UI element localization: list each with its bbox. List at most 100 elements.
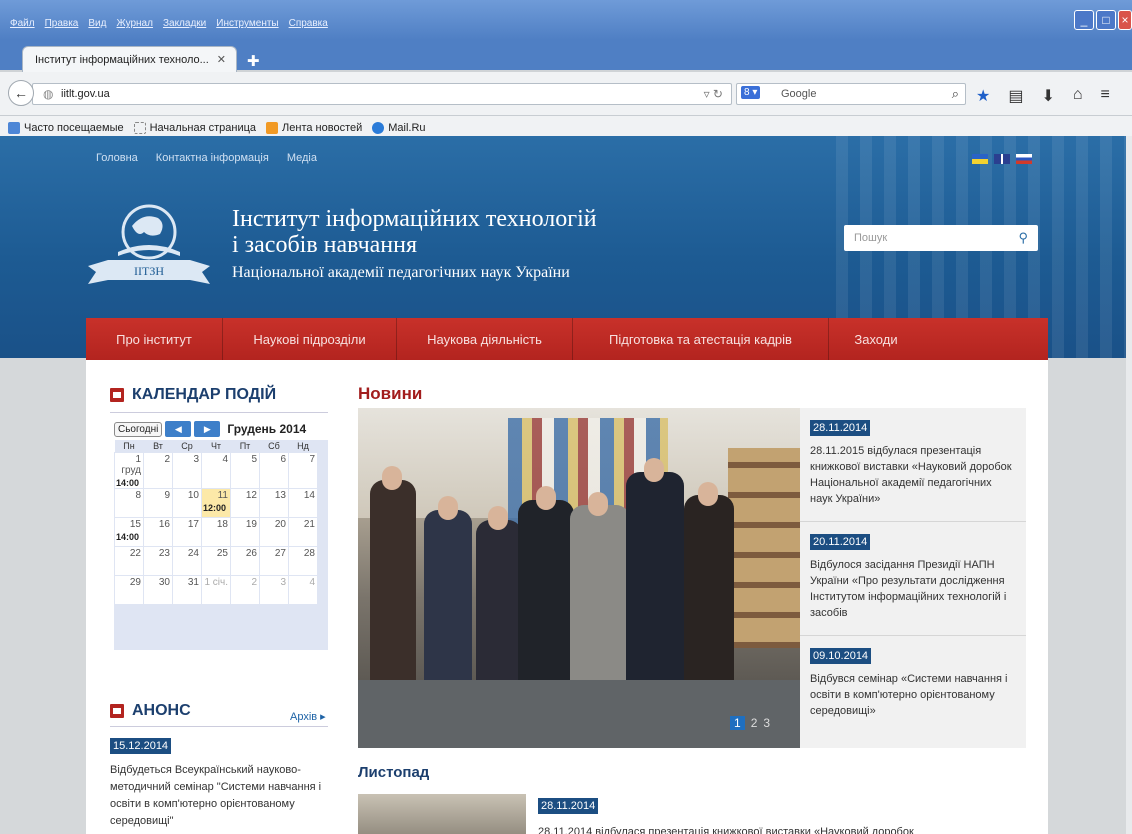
calendar-day[interactable]: 31 (172, 574, 202, 605)
calendar-day[interactable]: 2 (230, 574, 260, 605)
bookmark-home[interactable]: Начальная страница (133, 119, 256, 136)
pager-page-3[interactable]: 3 (763, 716, 770, 730)
calendar-day[interactable]: 21 (288, 516, 318, 547)
nav-research[interactable]: Наукова діяльність (397, 318, 573, 360)
calendar-day[interactable]: 15 14:00 (114, 516, 144, 547)
calendar-week: 15 14:00 16 17 18 19 20 21 (114, 516, 318, 547)
news-item[interactable]: 28.11.2014 28.11.2015 відбулася презента… (800, 408, 1026, 522)
announcement-text[interactable]: Відбудеться Всеукраїнський науково-метод… (110, 762, 328, 830)
calendar-day[interactable]: 14 (288, 487, 318, 518)
search-icon[interactable]: ⚲ (1018, 230, 1028, 246)
calendar-day[interactable]: 30 (143, 574, 173, 605)
search-engine-icon[interactable]: 8 ▾ (741, 86, 761, 99)
calendar-day[interactable]: 1 січ. (201, 574, 231, 605)
back-button[interactable]: ← (8, 80, 34, 106)
today-button[interactable]: Сьогодні (114, 421, 163, 437)
calendar-day[interactable]: 24 (172, 545, 202, 576)
calendar-day[interactable]: 18 (201, 516, 231, 547)
home-icon[interactable]: ⌂ (1073, 86, 1083, 106)
calendar-day[interactable]: 28 (288, 545, 318, 576)
calendar-day[interactable]: 8 (114, 487, 144, 518)
next-month-button[interactable]: ▶ (194, 421, 221, 437)
russian-flag-icon[interactable] (1016, 154, 1032, 164)
event-time[interactable]: 14:00 (115, 532, 141, 542)
news-item[interactable]: 20.11.2014 Відбулося засідання Президії … (800, 522, 1026, 636)
calendar-day[interactable]: 17 (172, 516, 202, 547)
calendar-day[interactable]: 20 (259, 516, 289, 547)
menu-help[interactable]: Справка (289, 18, 328, 29)
bookmarks-list-icon[interactable]: ▤ (1008, 86, 1023, 106)
browser-tab[interactable]: Інститут інформаційних техноло... ✕ (22, 46, 237, 72)
bookmark-frequent[interactable]: Часто посещаемые (8, 119, 124, 136)
ukrainian-flag-icon[interactable] (972, 154, 988, 164)
november-photo[interactable] (358, 794, 526, 834)
menu-tools[interactable]: Инструменты (216, 18, 278, 29)
news-text[interactable]: Відбувся семінар «Системи навчання і осв… (810, 671, 1016, 719)
minimize-button[interactable]: _ (1074, 10, 1094, 30)
tab-close-icon[interactable]: ✕ (217, 53, 226, 66)
calendar-day[interactable]: 26 (230, 545, 260, 576)
calendar-day[interactable]: 23 (143, 545, 173, 576)
calendar-day[interactable]: 3 (259, 574, 289, 605)
news-text[interactable]: 28.11.2015 відбулася презентація книжков… (810, 443, 1016, 507)
calendar-day[interactable]: 19 (230, 516, 260, 547)
browser-search-input[interactable]: 8 ▾ Google ⌕ (736, 83, 966, 105)
nav-training[interactable]: Підготовка та атестація кадрів (573, 318, 829, 360)
download-icon[interactable]: ⬇ (1041, 86, 1054, 106)
calendar-day[interactable]: 6 (259, 451, 289, 489)
calendar-day[interactable]: 3 (172, 451, 202, 489)
calendar-day[interactable]: 9 (143, 487, 173, 518)
nav-departments[interactable]: Наукові підрозділи (223, 318, 397, 360)
calendar-day[interactable]: 22 (114, 545, 144, 576)
top-nav-media[interactable]: Медіа (287, 152, 317, 164)
event-time[interactable]: 12:00 (202, 503, 228, 513)
bookmark-star-icon[interactable]: ★ (976, 86, 990, 106)
menu-bookmarks[interactable]: Закладки (163, 18, 206, 29)
close-window-button[interactable]: × (1118, 10, 1132, 30)
scrollbar[interactable] (1126, 136, 1132, 834)
calendar-day[interactable]: 13 (259, 487, 289, 518)
site-search-input[interactable]: Пошук ⚲ (844, 225, 1038, 251)
news-text[interactable]: Відбулося засідання Президії НАПН Україн… (810, 557, 1016, 621)
calendar-day[interactable]: 4 (288, 574, 318, 605)
new-tab-icon[interactable]: ✚ (247, 52, 260, 70)
menu-view[interactable]: Вид (88, 18, 106, 29)
calendar-day[interactable]: 11 12:00 (201, 487, 231, 518)
november-text[interactable]: 28.11.2014 відбулася презентація книжков… (538, 826, 1018, 834)
calendar-day[interactable]: 4 (201, 451, 231, 489)
calendar-day[interactable]: 2 (143, 451, 173, 489)
top-nav-home[interactable]: Головна (96, 152, 138, 164)
pager-page-1[interactable]: 1 (730, 716, 745, 730)
photo-bookshelf (728, 448, 800, 648)
calendar-day[interactable]: 12 (230, 487, 260, 518)
menu-icon[interactable]: ≡ (1101, 86, 1110, 106)
nav-about[interactable]: Про інститут (86, 318, 223, 360)
bookmark-mailru[interactable]: Mail.Ru (372, 119, 426, 136)
calendar-day[interactable]: 27 (259, 545, 289, 576)
archive-link[interactable]: Архів ▸ (290, 710, 326, 723)
calendar-day[interactable]: 29 (114, 574, 144, 605)
menu-edit[interactable]: Правка (45, 18, 79, 29)
pager-page-2[interactable]: 2 (751, 716, 758, 730)
calendar-day[interactable]: 7 (288, 451, 318, 489)
english-flag-icon[interactable] (994, 154, 1010, 164)
calendar-day[interactable]: 1 груд 14:00 (114, 451, 144, 489)
calendar-day[interactable]: 5 (230, 451, 260, 489)
menu-history[interactable]: Журнал (116, 18, 153, 29)
top-nav-contacts[interactable]: Контактна інформація (156, 152, 269, 164)
calendar-day[interactable]: 16 (143, 516, 173, 547)
search-icon[interactable]: ⌕ (952, 86, 959, 102)
maximize-button[interactable]: □ (1096, 10, 1116, 30)
event-time[interactable]: 14:00 (115, 478, 141, 488)
calendar-day[interactable]: 25 (201, 545, 231, 576)
bookmark-news-feed[interactable]: Лента новостей (266, 119, 362, 136)
calendar-day[interactable]: 10 (172, 487, 202, 518)
address-bar[interactable]: ◍ iitlt.gov.ua ▿ ↻ (32, 83, 732, 105)
nav-events[interactable]: Заходи (829, 318, 923, 360)
reload-icon[interactable]: ▿ ↻ (704, 87, 723, 101)
institute-logo[interactable]: ІІТЗН (88, 192, 210, 288)
news-photo[interactable] (358, 408, 800, 680)
menu-file[interactable]: Файл (10, 18, 35, 29)
prev-month-button[interactable]: ◀ (165, 421, 192, 437)
news-item[interactable]: 09.10.2014 Відбувся семінар «Системи нав… (800, 636, 1026, 748)
